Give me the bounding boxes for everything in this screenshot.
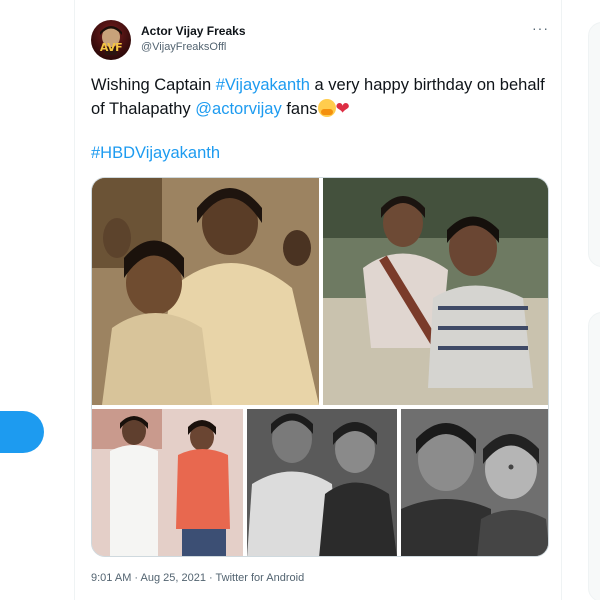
avatar[interactable]: AVF bbox=[91, 20, 131, 60]
tweet-button-partial[interactable] bbox=[0, 411, 44, 453]
right-sidebar-card bbox=[588, 22, 600, 267]
photo-5[interactable] bbox=[401, 409, 548, 556]
photo-4[interactable] bbox=[247, 409, 397, 556]
avatar-logo-text: AVF bbox=[99, 41, 123, 54]
author-name[interactable]: Actor Vijay Freaks bbox=[141, 24, 246, 38]
photo-1-image bbox=[92, 178, 319, 405]
photo-3[interactable] bbox=[92, 409, 243, 556]
hugging-face-emoji-icon bbox=[317, 99, 336, 117]
red-heart-emoji-icon: ❤ bbox=[335, 99, 350, 118]
tweet-text-part3: fans bbox=[281, 100, 318, 118]
photo-3-image bbox=[92, 409, 243, 556]
hashtag-link-vijayakanth[interactable]: #Vijayakanth bbox=[216, 76, 310, 94]
media-grid bbox=[91, 177, 549, 557]
avatar-portrait-icon bbox=[100, 26, 122, 55]
tweet-text: Wishing Captain #Vijayakanth a very happ… bbox=[91, 74, 557, 121]
photo-2[interactable] bbox=[323, 178, 548, 405]
tweet-timestamp-source[interactable]: 9:01 AM · Aug 25, 2021 · Twitter for And… bbox=[91, 572, 304, 584]
mention-link-actorvijay[interactable]: @actorvijay bbox=[195, 100, 281, 118]
hashtag-link-hbdvijayakanth[interactable]: #HBDVijayakanth bbox=[91, 144, 220, 163]
left-navigation bbox=[0, 0, 74, 600]
photo-4-image bbox=[247, 409, 397, 556]
photo-5-image bbox=[401, 409, 548, 556]
photo-2-image bbox=[323, 178, 548, 405]
tweet-text-part1: Wishing Captain bbox=[91, 76, 216, 94]
right-sidebar-card-2 bbox=[588, 312, 600, 600]
author-handle[interactable]: @VijayFreaksOffl bbox=[141, 41, 226, 53]
tweet-card: AVF Actor Vijay Freaks @VijayFreaksOffl … bbox=[74, 0, 562, 600]
more-options-icon[interactable]: ··· bbox=[532, 20, 549, 36]
photo-1[interactable] bbox=[92, 178, 319, 405]
